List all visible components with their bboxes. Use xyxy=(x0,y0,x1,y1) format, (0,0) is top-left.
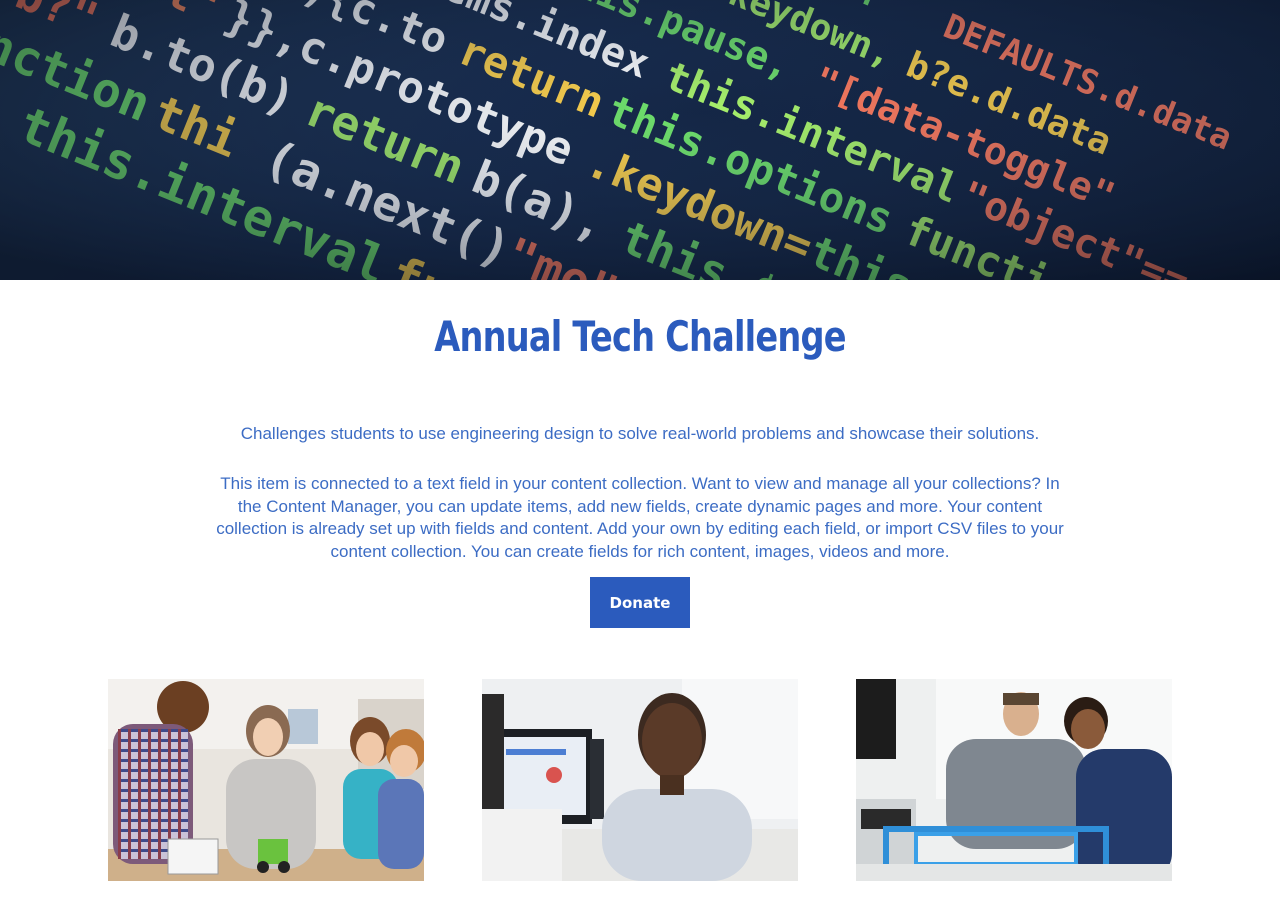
donate-button[interactable]: Donate xyxy=(590,577,690,628)
description-text: This item is connected to a text field i… xyxy=(216,474,1064,561)
code-background-image: "-.item").interval this.sliding.typeof D… xyxy=(0,0,1280,280)
teacher-student-robot-photo xyxy=(856,679,1172,881)
students-robotics-photo xyxy=(108,679,424,881)
gallery-photo-2[interactable] xyxy=(482,679,798,881)
gallery-photo-1[interactable] xyxy=(108,679,424,881)
hero-code-image: "-.item").interval this.sliding.typeof D… xyxy=(0,0,1280,280)
tagline-text: Challenges students to use engineering d… xyxy=(240,424,1040,443)
gallery-photo-3[interactable] xyxy=(856,679,1172,881)
page-title: Annual Tech Challenge xyxy=(434,312,846,361)
boy-at-computer-photo xyxy=(482,679,798,881)
